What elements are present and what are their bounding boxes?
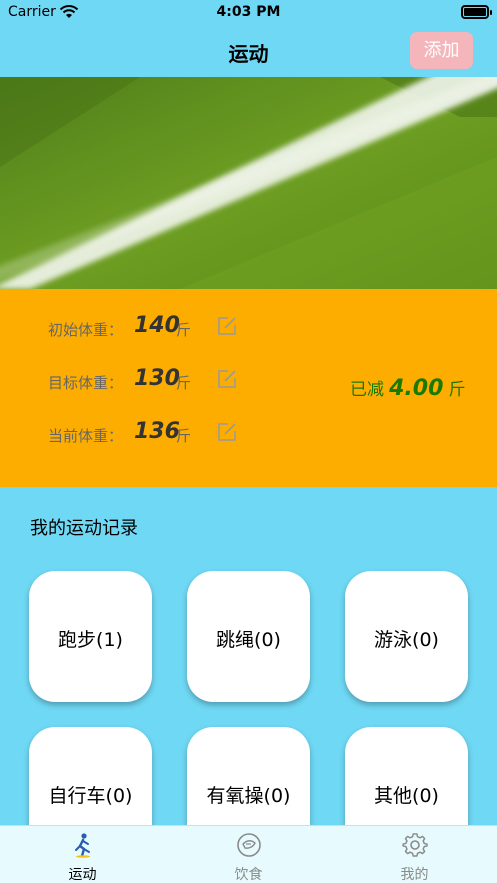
navigation-bar: 运动 添加 <box>0 28 497 76</box>
tab-label: 运动 <box>68 867 97 883</box>
tab-bar: 运动 饮食 我的 <box>0 825 497 883</box>
target-weight-value: 130 <box>134 366 180 391</box>
current-weight-unit: 斤 <box>176 427 192 445</box>
current-weight-label: 当前体重： <box>48 427 124 445</box>
tab-exercise[interactable]: 运动 <box>0 826 165 883</box>
tab-diet[interactable]: 饮食 <box>166 826 331 883</box>
initial-weight-value: 140 <box>134 313 180 338</box>
record-card-label: 其他(0) <box>374 785 439 807</box>
records-title: 我的运动记录 <box>30 518 138 539</box>
status-time: 4:03 PM <box>216 4 281 20</box>
weight-panel: 初始体重： 140 斤 目标体重： 130 斤 当前体重： 136 斤 已减 4… <box>0 289 497 487</box>
food-icon <box>237 833 261 857</box>
battery-icon <box>461 5 492 19</box>
edit-icon[interactable] <box>216 368 238 390</box>
initial-weight-label: 初始体重： <box>48 321 124 339</box>
record-card-swimming[interactable]: 游泳(0) <box>345 571 468 702</box>
target-weight-label: 目标体重： <box>48 374 124 392</box>
initial-weight-unit: 斤 <box>176 321 192 339</box>
record-card-running[interactable]: 跑步(1) <box>29 571 152 702</box>
record-card-label: 有氧操(0) <box>206 785 291 807</box>
record-card-label: 自行车(0) <box>48 785 133 807</box>
running-icon <box>75 833 90 858</box>
record-card-label: 游泳(0) <box>374 629 439 651</box>
gear-icon <box>402 833 428 857</box>
edit-icon[interactable] <box>216 315 238 337</box>
record-card-label: 跳绳(0) <box>216 629 281 651</box>
record-card-jump-rope[interactable]: 跳绳(0) <box>187 571 310 702</box>
weight-lost-label: 已减 <box>350 380 384 400</box>
add-button[interactable]: 添加 <box>410 32 473 69</box>
hero-image <box>0 77 497 289</box>
weight-lost-unit: 斤 <box>448 380 466 400</box>
record-card-label: 跑步(1) <box>58 629 123 651</box>
current-weight-value: 136 <box>134 419 180 444</box>
target-weight-unit: 斤 <box>176 374 192 392</box>
grass-field-image <box>0 77 497 289</box>
weight-lost: 已减 4.00 斤 <box>350 375 465 401</box>
tab-label: 饮食 <box>234 867 263 883</box>
tab-label: 我的 <box>400 867 429 883</box>
edit-icon[interactable] <box>216 421 238 443</box>
status-bar: Carrier 4:03 PM <box>0 0 497 28</box>
tab-profile[interactable]: 我的 <box>332 826 497 883</box>
weight-lost-value: 4.00 <box>389 376 444 401</box>
